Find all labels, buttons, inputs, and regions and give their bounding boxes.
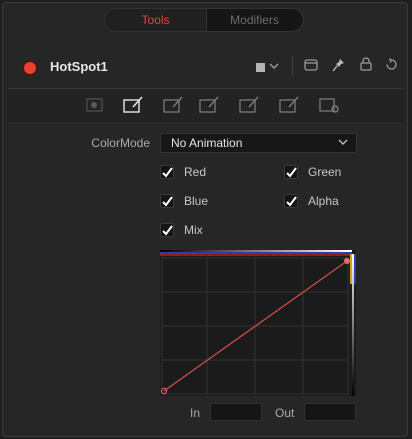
- color-curve-tab[interactable]: [122, 95, 144, 115]
- node-header: HotSpot1: [8, 54, 406, 80]
- top-gradient-bar: [160, 250, 352, 252]
- curve-editor[interactable]: [160, 250, 356, 396]
- edit-tab-4[interactable]: [198, 95, 220, 115]
- pin-icon[interactable]: [332, 58, 345, 75]
- blue-strip: [160, 252, 352, 254]
- check-icon: [284, 194, 298, 208]
- blue-strip-right: [354, 254, 356, 284]
- red-label: Red: [184, 165, 207, 179]
- green-checkbox[interactable]: Green: [284, 164, 394, 182]
- curve-point-end[interactable]: [343, 257, 351, 265]
- tab-modifiers[interactable]: Modifiers: [206, 9, 303, 31]
- edit-tab-3[interactable]: [162, 95, 184, 115]
- reset-icon[interactable]: [385, 58, 398, 74]
- control-tabs: [8, 88, 404, 124]
- blue-checkbox[interactable]: Blue: [160, 193, 270, 211]
- window-icon[interactable]: [304, 59, 318, 74]
- edit-tab-6[interactable]: [278, 95, 300, 115]
- green-label: Green: [308, 165, 342, 179]
- power-toggle-icon[interactable]: [24, 62, 36, 74]
- right-gradient-bar: [352, 254, 354, 396]
- red-checkbox[interactable]: Red: [160, 164, 270, 182]
- node-title[interactable]: HotSpot1: [50, 59, 108, 74]
- header-divider: [292, 56, 293, 76]
- tab-tools[interactable]: Tools: [105, 9, 207, 31]
- swatch-icon[interactable]: [256, 60, 265, 75]
- in-label: In: [190, 406, 201, 420]
- out-label: Out: [275, 406, 295, 420]
- chevron-down-icon: [338, 139, 348, 145]
- alpha-label: Alpha: [308, 194, 339, 208]
- out-field[interactable]: [304, 403, 356, 421]
- colormode-label: ColorMode: [91, 136, 150, 150]
- edit-tab-5[interactable]: [238, 95, 260, 115]
- check-icon: [160, 165, 174, 179]
- chevron-down-icon[interactable]: [269, 59, 279, 74]
- settings-tab[interactable]: [318, 95, 340, 115]
- colormode-value: No Animation: [171, 136, 243, 150]
- blue-label: Blue: [184, 194, 209, 208]
- tools-modifiers-tabs: Tools Modifiers: [104, 8, 304, 32]
- mix-label: Mix: [184, 223, 203, 237]
- red-strip: [160, 254, 352, 256]
- mix-checkbox[interactable]: Mix: [160, 222, 270, 240]
- in-field[interactable]: [210, 403, 262, 421]
- hotspot-tab[interactable]: [84, 95, 106, 115]
- check-icon: [160, 223, 174, 237]
- check-icon: [284, 165, 298, 179]
- lock-icon[interactable]: [360, 57, 372, 74]
- check-icon: [160, 194, 174, 208]
- colormode-dropdown[interactable]: No Animation: [160, 133, 357, 153]
- yellow-strip: [350, 254, 352, 284]
- alpha-checkbox[interactable]: Alpha: [284, 193, 394, 211]
